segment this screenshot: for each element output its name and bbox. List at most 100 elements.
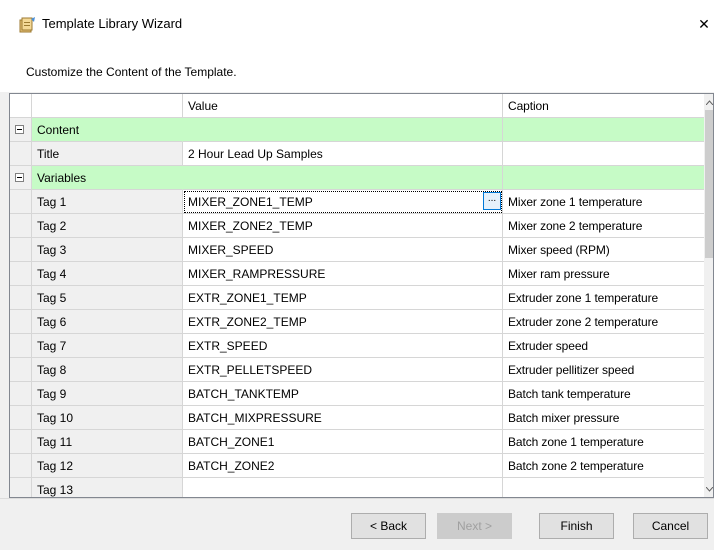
collapse-toggle-icon[interactable] bbox=[15, 173, 24, 182]
tag-name: Tag 12 bbox=[32, 454, 183, 478]
expand-cell bbox=[10, 286, 32, 310]
expand-cell bbox=[10, 190, 32, 214]
tag-value[interactable]: MIXER_SPEED bbox=[183, 238, 503, 262]
expand-cell bbox=[10, 478, 32, 497]
tag-name: Tag 5 bbox=[32, 286, 183, 310]
tag-caption[interactable] bbox=[503, 478, 704, 497]
expand-cell bbox=[10, 238, 32, 262]
category-label: Variables bbox=[32, 166, 183, 190]
tag-caption[interactable]: Extruder zone 1 temperature bbox=[503, 286, 704, 310]
category-caption-cell bbox=[503, 118, 704, 142]
tag-value[interactable] bbox=[183, 478, 503, 497]
tag-caption[interactable]: Batch mixer pressure bbox=[503, 406, 704, 430]
tag-name: Tag 1 bbox=[32, 190, 183, 214]
category-value-cell bbox=[183, 118, 503, 142]
tag-caption[interactable]: Mixer ram pressure bbox=[503, 262, 704, 286]
tag-row[interactable]: Tag 12 BATCH_ZONE2 Batch zone 2 temperat… bbox=[10, 454, 704, 478]
column-header-caption[interactable]: Caption bbox=[503, 94, 704, 118]
tag-caption[interactable]: Batch zone 2 temperature bbox=[503, 454, 704, 478]
wizard-icon bbox=[18, 17, 36, 33]
property-name: Title bbox=[32, 142, 183, 166]
tag-value[interactable]: MIXER_RAMPRESSURE bbox=[183, 262, 503, 286]
category-caption-cell bbox=[503, 166, 704, 190]
scroll-up-button[interactable] bbox=[704, 94, 713, 110]
tag-caption[interactable]: Mixer zone 2 temperature bbox=[503, 214, 704, 238]
expand-cell bbox=[10, 118, 32, 142]
tag-value[interactable]: EXTR_ZONE2_TEMP bbox=[183, 310, 503, 334]
category-row-content[interactable]: Content bbox=[10, 118, 704, 142]
tag-value-text: MIXER_ZONE1_TEMP bbox=[188, 195, 313, 209]
tag-caption[interactable]: Batch tank temperature bbox=[503, 382, 704, 406]
chevron-up-icon bbox=[705, 99, 713, 105]
footer-divider bbox=[0, 498, 714, 499]
tag-row[interactable]: Tag 1 MIXER_ZONE1_TEMP ... Mixer zone 1 … bbox=[10, 190, 704, 214]
tag-row[interactable]: Tag 6 EXTR_ZONE2_TEMP Extruder zone 2 te… bbox=[10, 310, 704, 334]
tag-value[interactable]: BATCH_ZONE2 bbox=[183, 454, 503, 478]
tag-name: Tag 13 bbox=[32, 478, 183, 497]
category-value-cell bbox=[183, 166, 503, 190]
finish-button[interactable]: Finish bbox=[539, 513, 614, 539]
scroll-thumb[interactable] bbox=[705, 110, 713, 258]
property-caption[interactable] bbox=[503, 142, 704, 166]
tag-caption[interactable]: Extruder zone 2 temperature bbox=[503, 310, 704, 334]
tag-row[interactable]: Tag 8 EXTR_PELLETSPEED Extruder pellitiz… bbox=[10, 358, 704, 382]
tag-name: Tag 9 bbox=[32, 382, 183, 406]
tag-caption[interactable]: Extruder pellitizer speed bbox=[503, 358, 704, 382]
scroll-down-button[interactable] bbox=[704, 481, 713, 497]
expand-cell bbox=[10, 310, 32, 334]
tag-name: Tag 7 bbox=[32, 334, 183, 358]
tag-name: Tag 10 bbox=[32, 406, 183, 430]
tag-value[interactable]: BATCH_ZONE1 bbox=[183, 430, 503, 454]
browse-ellipsis-button[interactable]: ... bbox=[483, 192, 501, 210]
tag-caption[interactable]: Mixer zone 1 temperature bbox=[503, 190, 704, 214]
cancel-button[interactable]: Cancel bbox=[633, 513, 708, 539]
tag-row[interactable]: Tag 4 MIXER_RAMPRESSURE Mixer ram pressu… bbox=[10, 262, 704, 286]
expand-cell bbox=[10, 358, 32, 382]
tag-row[interactable]: Tag 11 BATCH_ZONE1 Batch zone 1 temperat… bbox=[10, 430, 704, 454]
tag-value[interactable]: BATCH_MIXPRESSURE bbox=[183, 406, 503, 430]
close-icon: ✕ bbox=[698, 15, 710, 32]
vertical-scrollbar[interactable] bbox=[704, 94, 713, 497]
tag-row[interactable]: Tag 3 MIXER_SPEED Mixer speed (RPM) bbox=[10, 238, 704, 262]
column-header-value[interactable]: Value bbox=[183, 94, 503, 118]
back-button[interactable]: < Back bbox=[351, 513, 426, 539]
window-title: Template Library Wizard bbox=[42, 16, 183, 31]
expand-cell bbox=[10, 382, 32, 406]
tag-name: Tag 6 bbox=[32, 310, 183, 334]
tag-row[interactable]: Tag 13 bbox=[10, 478, 704, 497]
expand-cell bbox=[10, 142, 32, 166]
property-row-title[interactable]: Title 2 Hour Lead Up Samples bbox=[10, 142, 704, 166]
property-grid[interactable]: Value Caption Content Title 2 Hour Lead … bbox=[9, 93, 714, 498]
expand-cell bbox=[10, 454, 32, 478]
tag-value[interactable]: EXTR_ZONE1_TEMP bbox=[183, 286, 503, 310]
tag-value[interactable]: MIXER_ZONE2_TEMP bbox=[183, 214, 503, 238]
close-button[interactable]: ✕ bbox=[694, 8, 714, 40]
tag-value[interactable]: EXTR_PELLETSPEED bbox=[183, 358, 503, 382]
tag-value[interactable]: EXTR_SPEED bbox=[183, 334, 503, 358]
tag-row[interactable]: Tag 7 EXTR_SPEED Extruder speed bbox=[10, 334, 704, 358]
tag-caption[interactable]: Batch zone 1 temperature bbox=[503, 430, 704, 454]
expand-cell bbox=[10, 430, 32, 454]
tag-row[interactable]: Tag 5 EXTR_ZONE1_TEMP Extruder zone 1 te… bbox=[10, 286, 704, 310]
collapse-toggle-icon[interactable] bbox=[15, 125, 24, 134]
tag-value[interactable]: BATCH_TANKTEMP bbox=[183, 382, 503, 406]
chevron-down-icon bbox=[705, 486, 713, 492]
page-subtitle: Customize the Content of the Template. bbox=[26, 65, 237, 79]
tag-caption[interactable]: Extruder speed bbox=[503, 334, 704, 358]
category-label: Content bbox=[32, 118, 183, 142]
tag-row[interactable]: Tag 9 BATCH_TANKTEMP Batch tank temperat… bbox=[10, 382, 704, 406]
next-button[interactable]: Next > bbox=[437, 513, 512, 539]
tag-name: Tag 2 bbox=[32, 214, 183, 238]
grid-header-row: Value Caption bbox=[10, 94, 704, 118]
category-row-variables[interactable]: Variables bbox=[10, 166, 704, 190]
tag-row[interactable]: Tag 10 BATCH_MIXPRESSURE Batch mixer pre… bbox=[10, 406, 704, 430]
expand-cell bbox=[10, 406, 32, 430]
tag-name: Tag 3 bbox=[32, 238, 183, 262]
expand-cell bbox=[10, 214, 32, 238]
title-bar: Template Library Wizard ✕ bbox=[0, 0, 714, 48]
expand-cell bbox=[10, 334, 32, 358]
property-value[interactable]: 2 Hour Lead Up Samples bbox=[183, 142, 503, 166]
tag-value-input[interactable]: MIXER_ZONE1_TEMP ... bbox=[183, 190, 503, 214]
tag-caption[interactable]: Mixer speed (RPM) bbox=[503, 238, 704, 262]
tag-row[interactable]: Tag 2 MIXER_ZONE2_TEMP Mixer zone 2 temp… bbox=[10, 214, 704, 238]
